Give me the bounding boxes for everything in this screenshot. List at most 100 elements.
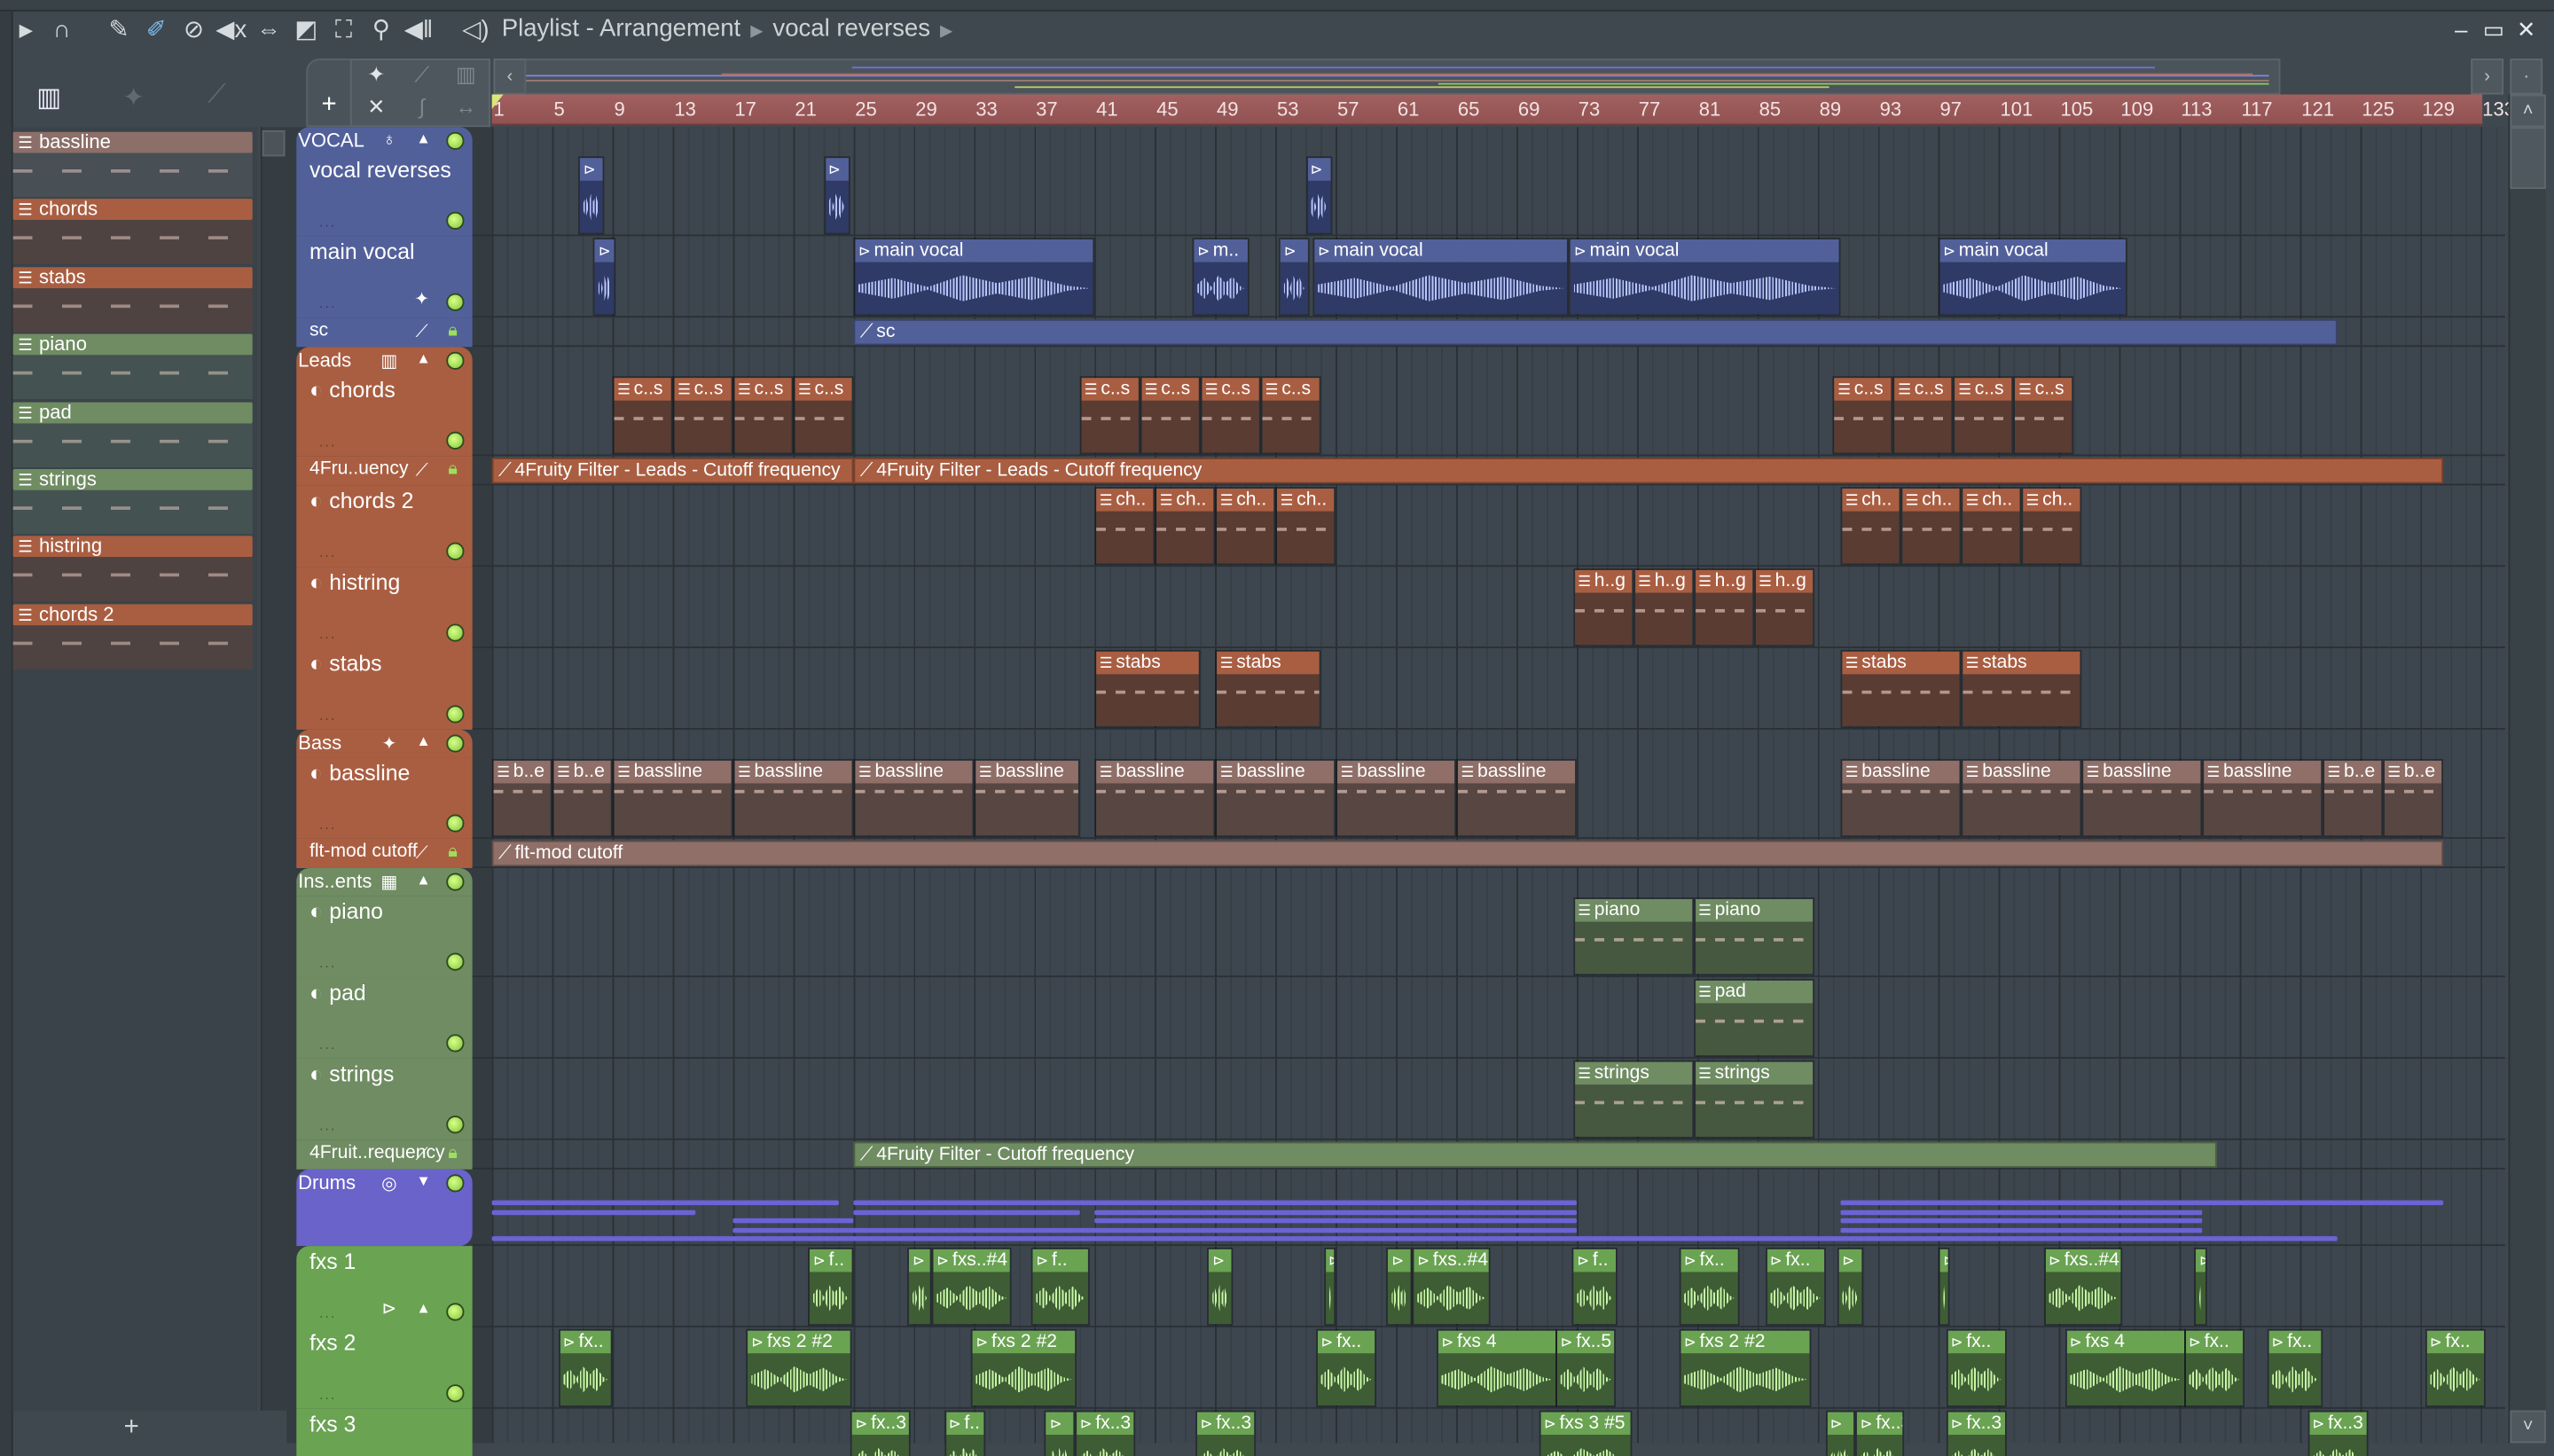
audio-clip[interactable]: ⊳ f.. xyxy=(1030,1247,1091,1327)
pattern-clip[interactable]: ☰ ch.. xyxy=(1275,487,1336,566)
pattern-clip[interactable]: ☰ piano xyxy=(1572,897,1694,976)
audio-clip[interactable]: ⊳ fxs 2 #2 xyxy=(970,1328,1077,1407)
pattern-clip[interactable]: ☰ c..s xyxy=(1832,376,1893,455)
drum-lane-clip[interactable] xyxy=(853,1200,1577,1206)
track-enable-led[interactable] xyxy=(446,873,465,891)
audio-clip[interactable]: ⊳ fx..5 xyxy=(1555,1328,1617,1407)
audio-clip[interactable]: ⊳ xyxy=(1938,1247,1951,1327)
picker-item-histring[interactable]: ☰ histring xyxy=(12,536,253,602)
drum-lane-clip[interactable] xyxy=(1840,1200,2443,1206)
pattern-clip[interactable]: ☰ ch.. xyxy=(1900,487,1962,566)
add-pattern-button[interactable]: + xyxy=(124,1413,139,1443)
picker-item-chords-2[interactable]: ☰ chords 2 xyxy=(12,603,253,669)
track-header-histring[interactable]: ◐ histring... xyxy=(296,567,473,649)
audio-clip[interactable]: ⊳ fxs 4 xyxy=(2064,1328,2186,1407)
group-header-vocal[interactable]: VOCAL ♁ ▲ xyxy=(296,127,473,155)
pattern-clip[interactable]: ☰ ch.. xyxy=(1840,487,1901,566)
track-options-dots[interactable]: ... xyxy=(319,816,336,832)
pattern-clip[interactable]: ☰ ch.. xyxy=(1215,487,1276,566)
audio-clip[interactable]: ⊳fx..3 xyxy=(2307,1410,2368,1456)
track-enable-led[interactable] xyxy=(446,1174,465,1193)
drum-lane-clip[interactable] xyxy=(853,1209,1080,1215)
audio-clip[interactable]: ⊳ xyxy=(1207,1247,1234,1327)
pattern-clip[interactable]: ☰ pad xyxy=(1693,978,1814,1058)
track-enable-led[interactable] xyxy=(446,814,465,833)
pattern-clip[interactable]: ☰ h..g xyxy=(1753,568,1814,647)
automation-filter-icon[interactable]: ⟋ xyxy=(401,62,443,91)
group-header-leads[interactable]: Leads ▥ ▲ xyxy=(296,347,473,375)
audio-clip[interactable]: ⊳fx..3 xyxy=(850,1410,911,1456)
track-options-dots[interactable]: ... xyxy=(319,1117,336,1133)
track-header-piano[interactable]: ◐ piano... xyxy=(296,896,473,978)
collapse-up-icon[interactable]: ▲ xyxy=(412,350,435,366)
audio-clip[interactable]: ⊳ f.. xyxy=(808,1247,854,1327)
slice-tool-icon[interactable]: ◩ xyxy=(290,15,323,48)
automation-clip[interactable]: ⟋ 4Fruity Filter - Leads - Cutoff frequen… xyxy=(853,458,2443,484)
pattern-clip[interactable]: ☰ b..e xyxy=(491,758,552,838)
audio-clip[interactable]: ⊳ fx.. xyxy=(2183,1328,2245,1407)
track-header-bassline[interactable]: ◐ bassline... xyxy=(296,757,473,839)
drum-lane-clip[interactable] xyxy=(1840,1226,2203,1233)
audio-clip[interactable]: ⊳ m.. xyxy=(1192,238,1250,317)
magnet-snap-icon[interactable]: ∩ xyxy=(45,15,78,48)
collapse-up-icon[interactable]: ▲ xyxy=(412,872,435,888)
picker-item-strings[interactable]: ☰ strings xyxy=(12,468,253,535)
pattern-clip[interactable]: ☰ c..s xyxy=(793,376,854,455)
picker-patterns-icon[interactable]: ▥ xyxy=(29,82,68,117)
track-enable-led[interactable] xyxy=(446,351,465,370)
track-enable-led[interactable] xyxy=(446,1303,465,1321)
slip-tool-icon[interactable]: ⇔ xyxy=(253,15,286,48)
track-enable-led[interactable] xyxy=(446,431,465,450)
pattern-clip[interactable]: ☰ bassline xyxy=(2202,758,2323,838)
track-header-pad[interactable]: ◐ pad... xyxy=(296,977,473,1059)
zoom-tool-icon[interactable]: ⚲ xyxy=(364,15,397,48)
pattern-clip[interactable]: ☰ c..s xyxy=(1079,376,1140,455)
track-enable-led[interactable] xyxy=(446,1384,465,1403)
scroll-up-button[interactable]: ˄ xyxy=(2510,94,2546,128)
scroll-down-button[interactable]: ˅ xyxy=(2510,1410,2546,1444)
track-header-stabs[interactable]: ◐ stabs... xyxy=(296,648,473,730)
track-enable-led[interactable] xyxy=(446,1115,465,1134)
track-header-chords-2[interactable]: ◐ chords 2... xyxy=(296,485,473,568)
audio-clip[interactable]: ⊳ fx.. xyxy=(558,1328,613,1407)
automation-clip[interactable]: ⟋ sc xyxy=(853,319,2338,346)
scroll-left-button[interactable]: ‹ xyxy=(493,59,527,95)
automation-clip[interactable]: ⟋ flt-mod cutoff xyxy=(491,840,2443,867)
audio-clip[interactable]: ⊳ fx.. xyxy=(1679,1247,1740,1327)
lock-icon[interactable]: 🔒︎ xyxy=(442,842,465,864)
pattern-clip[interactable]: ☰ c..s xyxy=(1200,376,1261,455)
pattern-clip[interactable]: ☰ c..s xyxy=(2013,376,2074,455)
pattern-clip[interactable]: ☰ h..g xyxy=(1572,568,1633,647)
track-header-strings[interactable]: ◐ strings... xyxy=(296,1058,473,1140)
pattern-clip[interactable]: ☰ ch.. xyxy=(2021,487,2082,566)
track-options-dots[interactable]: ... xyxy=(319,625,336,641)
pattern-clip[interactable]: ☰ bassline xyxy=(612,758,733,838)
pattern-clip[interactable]: ☰ b..e xyxy=(2382,758,2443,838)
curve-icon[interactable]: ∫ xyxy=(401,95,443,124)
audio-clip[interactable]: ⊳fx..3 xyxy=(1075,1410,1136,1456)
audio-clip[interactable]: ⊳ fx.. xyxy=(1946,1328,2007,1407)
drum-lane-clip[interactable] xyxy=(1094,1209,1577,1215)
automation-clip[interactable]: ⟋ 4Fruity Filter - Cutoff frequency xyxy=(853,1141,2218,1168)
track-header-fxs-2[interactable]: fxs 2... xyxy=(296,1327,473,1409)
audio-clip[interactable]: ⊳ fxs 4 xyxy=(1436,1328,1557,1407)
timeline-ruler[interactable]: 1 5 9 13 17 21 25 29 33 37 41 45 49 53 57 61 65 69 73 77 81 8… xyxy=(491,94,2515,126)
drum-lane-clip[interactable] xyxy=(1840,1209,2203,1215)
audio-clip[interactable]: ⊳ fxs 2 #2 xyxy=(746,1328,852,1407)
pattern-clip[interactable]: ☰ b..e xyxy=(552,758,613,838)
audio-clip[interactable]: ⊳ f.. xyxy=(1571,1247,1618,1327)
track-options-dots[interactable]: ... xyxy=(319,1036,336,1052)
automation-clip[interactable]: ⟋ 4Fruity Filter - Leads - Cutoff frequen… xyxy=(491,458,854,484)
pattern-clip[interactable]: ☰ stabs xyxy=(1840,649,1962,729)
track-options-dots[interactable]: ... xyxy=(319,214,336,230)
pattern-clip[interactable]: ☰ b..e xyxy=(2322,758,2383,838)
pattern-clip[interactable]: ☰ bassline xyxy=(1215,758,1336,838)
track-enable-led[interactable] xyxy=(446,734,465,753)
stretch-icon[interactable]: ↔ xyxy=(444,95,487,124)
track-options-dots[interactable]: ... xyxy=(319,434,336,450)
collapse-up-icon[interactable]: ▲ xyxy=(412,733,435,749)
pattern-clip[interactable]: ☰ bassline xyxy=(1336,758,1457,838)
pattern-clip[interactable]: ☰ h..g xyxy=(1633,568,1694,647)
audio-clip[interactable]: ⊳ main vocal xyxy=(1569,238,1841,317)
track-options-dots[interactable]: ... xyxy=(319,707,336,723)
